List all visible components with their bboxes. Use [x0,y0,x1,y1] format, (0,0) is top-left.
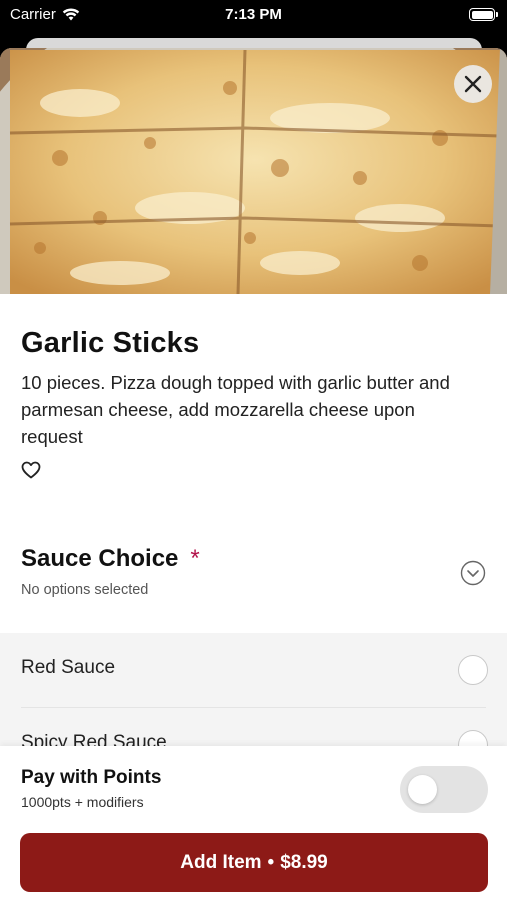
required-marker: * [190,545,200,572]
battery-icon [469,8,498,21]
close-button[interactable] [454,65,492,103]
modifier-group-status: No options selected [21,582,149,598]
pay-with-points-toggle[interactable] [400,766,488,813]
modifier-group-title: Sauce Choice [21,545,179,572]
modifier-group-header[interactable]: Sauce Choice * [21,545,200,573]
option-label: Red Sauce [21,657,116,678]
add-item-price: $8.99 [280,851,328,873]
add-item-separator: • [267,851,275,873]
toggle-knob [408,775,437,804]
add-item-label: Add Item [180,851,262,873]
chevron-down-circle-icon[interactable] [460,560,486,586]
item-title: Garlic Sticks [21,327,200,359]
points-cost: 1000pts + modifiers [21,794,144,810]
status-time: 7:13 PM [225,6,282,23]
status-bar: Carrier 7:13 PM [0,0,507,36]
item-photo [0,48,507,294]
option-radio[interactable] [458,655,488,685]
item-description: 10 pieces. Pizza dough topped with garli… [21,372,450,447]
option-row-red-sauce[interactable]: Red Sauce [0,633,507,708]
add-item-button[interactable]: Add Item • $8.99 [20,833,488,892]
checkout-footer: Pay with Points 1000pts + modifiers Add … [0,746,507,900]
pay-with-points-label: Pay with Points [21,767,162,788]
heart-outline-icon[interactable] [21,461,41,479]
item-detail-sheet: Garlic Sticks 10 pieces. Pizza dough top… [0,48,507,900]
close-icon [464,75,482,93]
